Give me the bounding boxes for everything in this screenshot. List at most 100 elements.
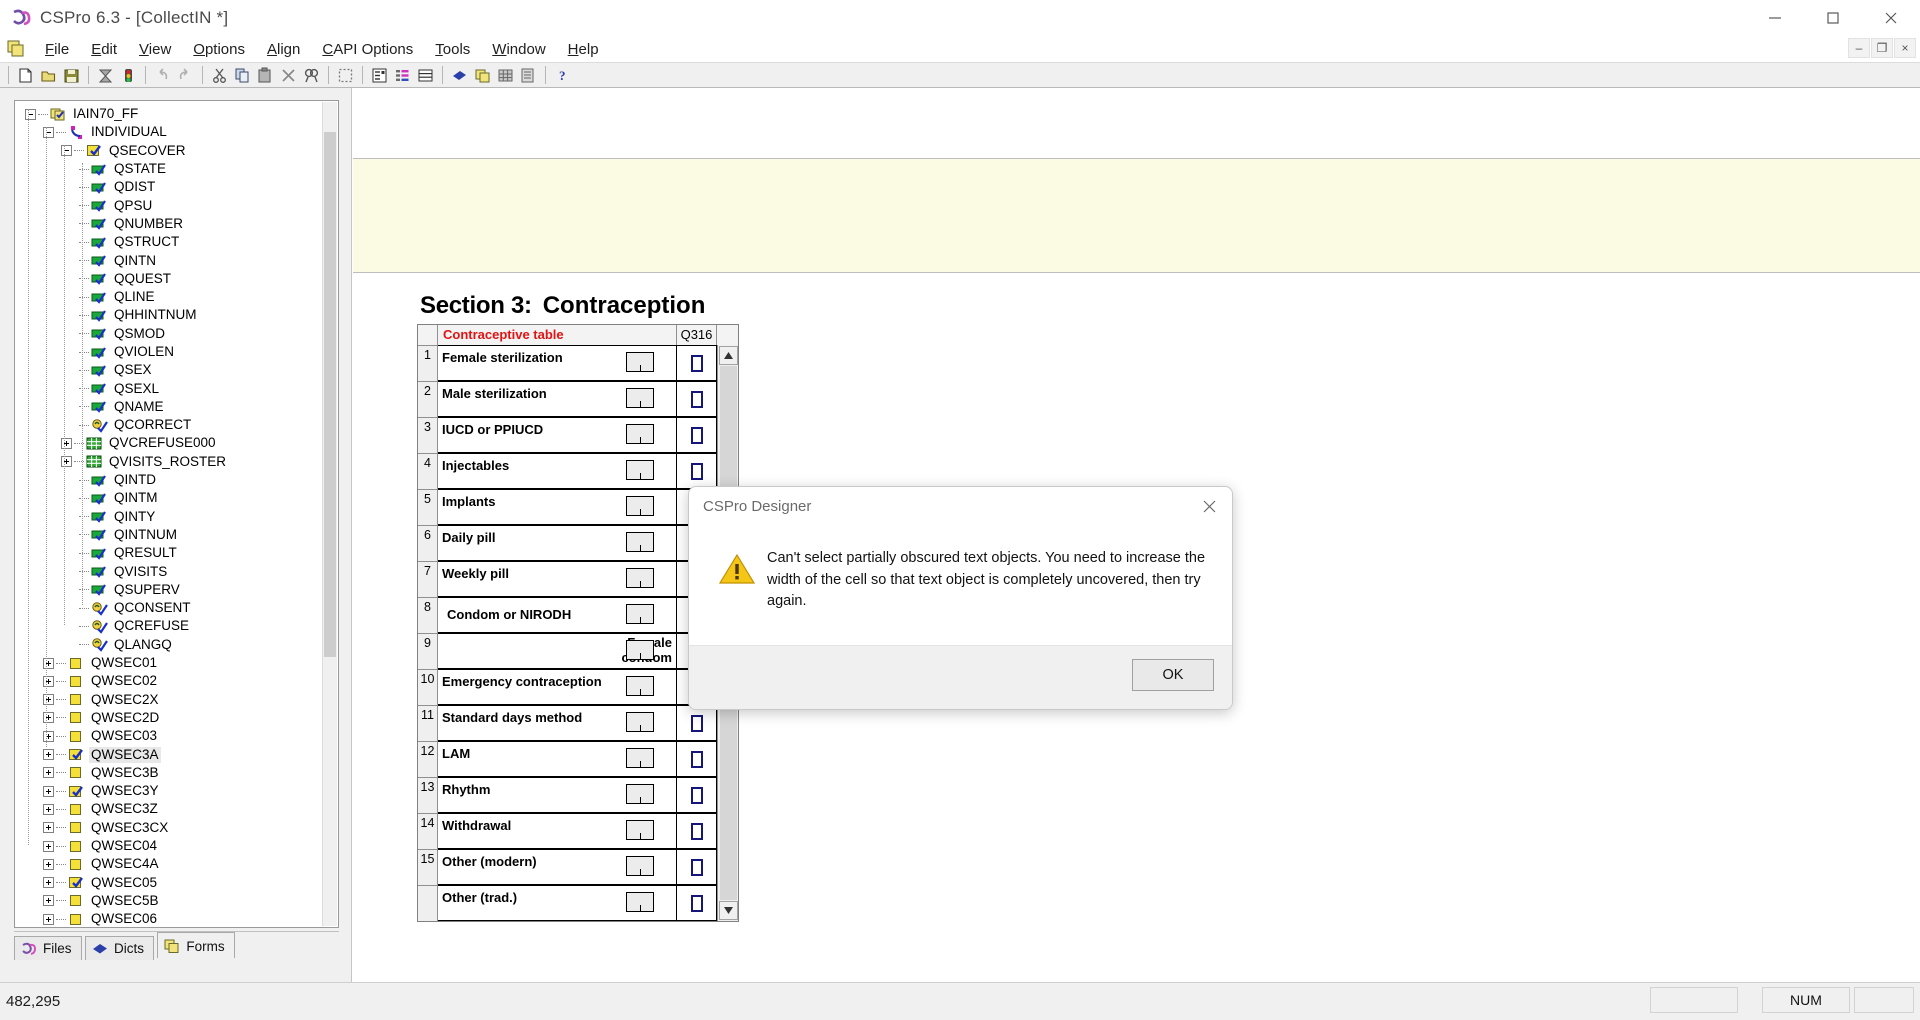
tree-item-qhhintnum[interactable]: QHHINTNUM xyxy=(19,306,338,324)
tree-item-qpsu[interactable]: QPSU xyxy=(19,196,338,214)
tree-item-qname[interactable]: QNAME xyxy=(19,398,338,416)
roster-label-cell[interactable]: LAM xyxy=(438,741,677,777)
mdi-restore-icon[interactable]: ❐ xyxy=(1871,38,1893,58)
roster-label-cell[interactable]: Condom or NIRODH xyxy=(438,597,677,633)
expand-icon[interactable] xyxy=(43,895,54,907)
menu-tools[interactable]: Tools xyxy=(424,39,481,60)
roster-check-cell[interactable] xyxy=(677,381,717,417)
select-icon[interactable] xyxy=(334,64,357,86)
save-icon[interactable] xyxy=(60,64,83,86)
maximize-icon[interactable] xyxy=(1804,0,1862,36)
roster-value-field[interactable] xyxy=(626,856,654,876)
roster-check-cell[interactable] xyxy=(677,453,717,489)
collapse-icon[interactable] xyxy=(25,108,36,120)
tree-item-iain70_ff[interactable]: IAIN70_FF xyxy=(19,105,338,123)
scroll-up-icon[interactable] xyxy=(719,346,738,365)
roster-label-cell[interactable]: Male sterilization xyxy=(438,381,677,417)
forms-icon[interactable] xyxy=(471,64,494,86)
forms-tree[interactable]: IAIN70_FF INDIVIDUAL QSECOVER QSTATE QDIST QP… xyxy=(14,100,339,928)
cut-icon[interactable] xyxy=(208,64,231,86)
collapse-icon[interactable] xyxy=(61,145,72,157)
roster-check-cell[interactable] xyxy=(677,849,717,885)
roster-value-field[interactable] xyxy=(626,388,654,408)
roster-row[interactable]: 13 Rhythm xyxy=(418,777,738,813)
tree-item-qconsent[interactable]: QCONSENT xyxy=(19,599,338,617)
tree-scrollbar-thumb[interactable] xyxy=(324,132,336,657)
roster-label-cell[interactable]: Daily pill xyxy=(438,525,677,561)
tree-item-qstruct[interactable]: QSTRUCT xyxy=(19,233,338,251)
expand-icon[interactable] xyxy=(43,767,54,779)
tree-item-qintnum[interactable]: QINTNUM xyxy=(19,526,338,544)
tree-item-qvisits[interactable]: QVISITS xyxy=(19,562,338,580)
expand-icon[interactable] xyxy=(43,785,54,797)
expand-icon[interactable] xyxy=(43,712,54,724)
tree-item-qinty[interactable]: QINTY xyxy=(19,508,338,526)
run-icon[interactable] xyxy=(117,64,140,86)
roster-check-cell[interactable] xyxy=(677,705,717,741)
roster-row[interactable]: 11 Standard days method xyxy=(418,705,738,741)
tab-dicts[interactable]: Dicts xyxy=(84,936,154,960)
checkbox-field[interactable] xyxy=(690,750,703,768)
expand-icon[interactable] xyxy=(43,730,54,742)
roster-label-cell[interactable]: Femalecondom xyxy=(438,633,677,669)
expand-icon[interactable] xyxy=(43,694,54,706)
roster-label-cell[interactable]: Rhythm xyxy=(438,777,677,813)
menu-align[interactable]: Align xyxy=(256,39,311,60)
checkbox-field[interactable] xyxy=(690,894,703,912)
close-icon[interactable] xyxy=(1186,487,1232,525)
checkbox-field[interactable] xyxy=(690,858,703,876)
expand-icon[interactable] xyxy=(43,822,54,834)
minimize-icon[interactable] xyxy=(1746,0,1804,36)
tree-item-qvcrefuse000[interactable]: QVCREFUSE000 xyxy=(19,434,338,452)
tree-item-qwsec04[interactable]: QWSEC04 xyxy=(19,837,338,855)
roster-value-field[interactable] xyxy=(626,892,654,912)
tree-item-qwsec3z[interactable]: QWSEC3Z xyxy=(19,800,338,818)
roster-check-cell[interactable] xyxy=(677,885,717,921)
tree-item-qsexl[interactable]: QSEXL xyxy=(19,379,338,397)
tree-item-qwsec2x[interactable]: QWSEC2X xyxy=(19,691,338,709)
tree-item-qstate[interactable]: QSTATE xyxy=(19,160,338,178)
tree-item-qwsec3a[interactable]: QWSEC3A xyxy=(19,745,338,763)
expand-icon[interactable] xyxy=(43,675,54,687)
new-icon[interactable] xyxy=(14,64,37,86)
paste-icon[interactable] xyxy=(254,64,277,86)
checkbox-field[interactable] xyxy=(690,426,703,444)
checkbox-field[interactable] xyxy=(690,390,703,408)
tree-item-qwsec4a[interactable]: QWSEC4A xyxy=(19,855,338,873)
roster-value-field[interactable] xyxy=(626,820,654,840)
menu-options[interactable]: Options xyxy=(182,39,256,60)
roster-row[interactable]: 3 IUCD or PPIUCD xyxy=(418,417,738,453)
help-icon[interactable]: ? xyxy=(551,64,574,86)
roster-label-cell[interactable]: Emergency contraception xyxy=(438,669,677,705)
menu-window[interactable]: Window xyxy=(481,39,556,60)
roster-row[interactable]: 15 Other (modern) xyxy=(418,849,738,885)
roster-label-cell[interactable]: Weekly pill xyxy=(438,561,677,597)
tree-item-qline[interactable]: QLINE xyxy=(19,288,338,306)
tree-item-qvisits_roster[interactable]: QVISITS_ROSTER xyxy=(19,453,338,471)
menu-file[interactable]: File xyxy=(34,39,80,60)
tree-item-individual[interactable]: INDIVIDUAL xyxy=(19,123,338,141)
tab-files[interactable]: Files xyxy=(14,936,82,960)
order-icon[interactable] xyxy=(517,64,540,86)
compile-icon[interactable] xyxy=(94,64,117,86)
roster-row[interactable]: 1 Female sterilization xyxy=(418,345,738,381)
cspro-designer-dialog[interactable]: CSPro Designer Can't select partially ob… xyxy=(688,486,1233,710)
rows-icon[interactable] xyxy=(414,64,437,86)
roster-check-cell[interactable] xyxy=(677,741,717,777)
checkbox-field[interactable] xyxy=(690,714,703,732)
tab-forms[interactable]: Forms xyxy=(157,932,235,958)
tree-item-qintd[interactable]: QINTD xyxy=(19,471,338,489)
expand-icon[interactable] xyxy=(61,437,72,449)
roster-value-field[interactable] xyxy=(626,676,654,696)
grid-icon[interactable] xyxy=(494,64,517,86)
tree-item-qdist[interactable]: QDIST xyxy=(19,178,338,196)
roster-value-field[interactable] xyxy=(626,784,654,804)
expand-icon[interactable] xyxy=(43,749,54,761)
expand-icon[interactable] xyxy=(43,803,54,815)
find-icon[interactable] xyxy=(300,64,323,86)
roster-label-cell[interactable]: Injectables xyxy=(438,453,677,489)
roster-value-field[interactable] xyxy=(626,532,654,552)
menu-help[interactable]: Help xyxy=(557,39,610,60)
ok-button[interactable]: OK xyxy=(1132,659,1214,691)
expand-icon[interactable] xyxy=(61,456,72,468)
